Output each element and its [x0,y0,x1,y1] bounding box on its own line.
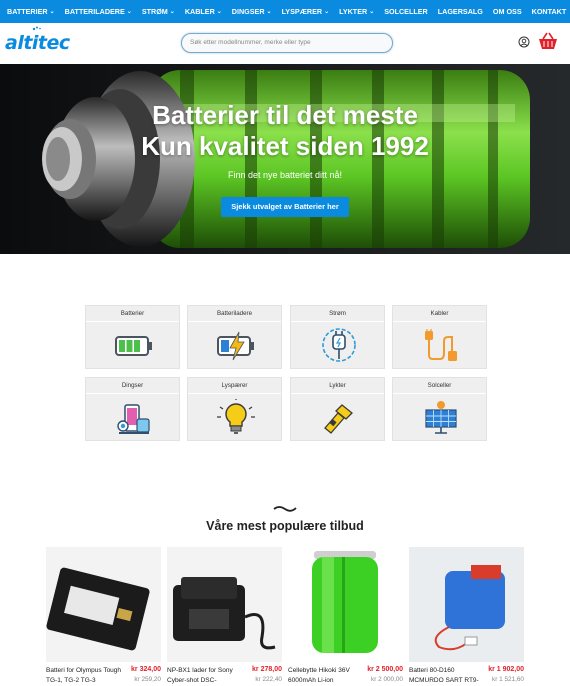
cable-icon [425,329,457,361]
category-tile-dingser[interactable]: Dingser [85,377,180,441]
product-old-price: kr 2 000,00 [371,676,403,683]
category-label: Batteriladere [188,306,281,322]
product-price: kr 1 902,00 [488,666,524,673]
category-tile-strom[interactable]: Strøm [290,305,385,369]
product-name[interactable]: Batteri 80-D160 MCMURDO SART RT9- [409,666,487,686]
product-image[interactable] [288,547,403,662]
category-label: Lykter [291,378,384,394]
camera-battery-image [46,567,150,651]
chevron-down-icon: ⌄ [324,8,330,15]
product-name[interactable]: NP-BX1 lader for Sony Cyber-shot DSC- [167,666,245,686]
category-tile-solceller[interactable]: Solceller [392,377,487,441]
logo-spark-icon [32,26,41,31]
hero-subtitle: Finn det nye batteriet ditt nå! [227,170,343,180]
chevron-down-icon: ⌄ [126,8,132,15]
category-label: Kabler [393,306,486,322]
nav-item-lagersalg[interactable]: LAGERSALG [438,7,483,16]
nav-item-kontakt[interactable]: KONTAKT [532,7,567,16]
light-bulb-icon [217,399,255,434]
category-tile-lysparer[interactable]: Lyspærer [187,377,282,441]
basket-icon[interactable] [537,31,559,51]
power-plug-icon [322,328,356,362]
nav-item-dingser[interactable]: DINGSER ⌄ [232,7,272,16]
product-name[interactable]: Cellebytte Hikoki 36V 6000mAh Li-ion [288,666,366,686]
product-old-price: kr 1 521,60 [492,676,524,683]
site-header: altitec Søk etter modellnummer, merke el… [0,23,570,64]
nav-item-om-oss[interactable]: OM OSS [493,7,522,16]
flashlight-icon [324,404,353,434]
solar-panel-icon [425,401,457,434]
chevron-down-icon: ⌄ [369,8,375,15]
category-label: Solceller [393,378,486,394]
nav-item-solceller[interactable]: SOLCELLER [384,7,428,16]
nav-item-lykter[interactable]: LYKTER ⌄ [339,7,374,16]
category-label: Strøm [291,306,384,322]
hero-title-line2: Kun kvalitet siden 1992 [141,131,429,161]
product-price: kr 278,00 [252,666,282,673]
offers-heading: Våre mest populære tilbud [206,519,364,533]
category-label: Lyspærer [188,378,281,394]
nav-item-batterier[interactable]: BATTERIER ⌄ [7,7,55,16]
charging-battery-icon [217,331,254,361]
category-tile-batteriladere[interactable]: Batteriladere [187,305,282,369]
category-label: Dingser [86,378,179,394]
product-old-price: kr 259,20 [134,676,161,683]
product-image[interactable] [46,547,161,662]
search-input[interactable]: Søk etter modellnummer, merke eller type [181,33,393,53]
product-name[interactable]: Batteri for Olympus Tough TG-1, TG-2 TG-… [46,666,124,686]
main-nav: BATTERIER ⌄ BATTERILADERE ⌄ STRØM ⌄ KABLER ⌄… [0,0,570,23]
hero-cta-button[interactable]: Sjekk utvalget av Batterier her [221,197,349,217]
charger-image [173,577,276,650]
hero-banner: Batterier til det meste Kun kvalitet sid… [0,64,570,254]
product-old-price: kr 222,40 [255,676,282,683]
chevron-down-icon: ⌄ [169,8,175,15]
battery-icon [115,336,152,356]
account-icon[interactable] [518,36,530,48]
tilde-divider-icon [273,506,297,512]
nav-item-lysparer[interactable]: LYSPÆRER ⌄ [282,7,330,16]
nav-item-kabler[interactable]: KABLER ⌄ [185,7,222,16]
chevron-down-icon: ⌄ [216,8,222,15]
chevron-down-icon: ⌄ [266,8,272,15]
category-tile-kabler[interactable]: Kabler [392,305,487,369]
hero-title-line1: Batterier til det meste [152,100,418,130]
chevron-down-icon: ⌄ [49,8,55,15]
category-label: Batterier [86,306,179,322]
nav-item-batteriladere[interactable]: BATTERILADERE ⌄ [65,7,132,16]
product-image[interactable] [409,547,524,662]
battery-pack-image [409,547,524,662]
gadgets-icon [117,404,150,434]
category-tile-lykter[interactable]: Lykter [290,377,385,441]
altitec-logo[interactable]: altitec [5,32,70,54]
product-image[interactable] [167,547,282,662]
product-price: kr 2 500,00 [367,666,403,673]
nav-item-strom[interactable]: STRØM ⌄ [142,7,175,16]
green-cell-image [312,551,378,653]
product-price: kr 324,00 [131,666,161,673]
category-tile-batterier[interactable]: Batterier [85,305,180,369]
